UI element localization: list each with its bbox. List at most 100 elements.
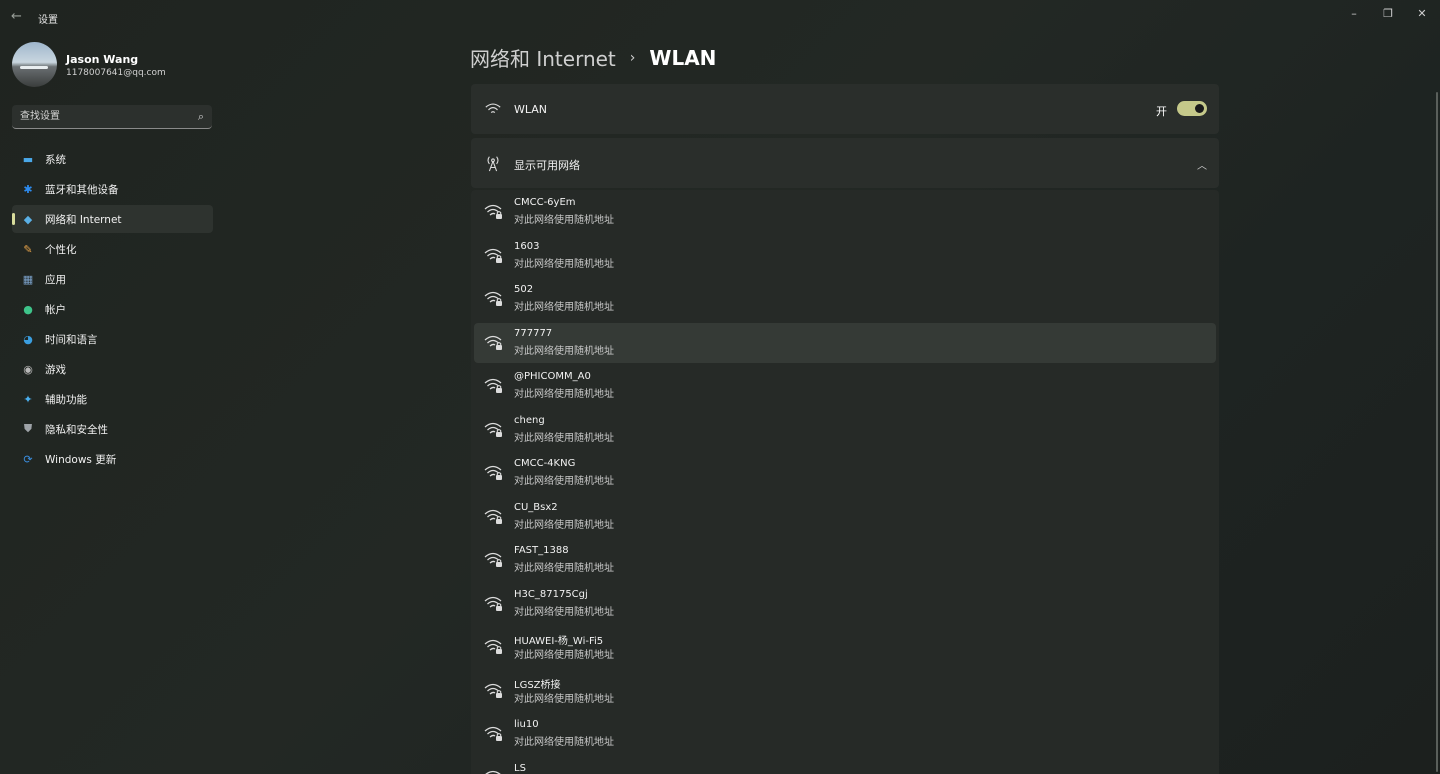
search-box[interactable]: ⌕ xyxy=(12,105,212,129)
available-networks-label: 显示可用网络 xyxy=(514,159,580,172)
restore-button[interactable]: ❐ xyxy=(1371,4,1405,22)
wlan-toggle-switch[interactable] xyxy=(1177,101,1207,116)
sidebar-item-label: 个性化 xyxy=(45,244,77,256)
sidebar-nav: ▬ 系统 ✱ 蓝牙和其他设备 ◆ 网络和 Internet ✎ 个性化 ▦ 应用 ● 帐户 ◕ 时间和语言… xyxy=(12,145,213,475)
network-item[interactable]: H3C_87175Cgj 对此网络使用随机地址 xyxy=(474,584,1216,624)
scrollbar[interactable] xyxy=(1436,92,1438,772)
sidebar-item-6[interactable]: ◕ 时间和语言 xyxy=(12,325,213,353)
breadcrumb-parent[interactable]: 网络和 Internet xyxy=(470,43,616,72)
network-subtitle: 对此网络使用随机地址 xyxy=(514,258,614,270)
network-item[interactable]: LS xyxy=(474,758,1216,774)
wifi-secured-icon xyxy=(484,681,504,701)
network-subtitle: 对此网络使用随机地址 xyxy=(514,389,614,400)
globe-clock-icon: ◕ xyxy=(23,332,33,346)
brush-icon: ✎ xyxy=(23,242,33,256)
search-icon[interactable]: ⌕ xyxy=(198,110,204,124)
wifi-secured-icon xyxy=(484,463,504,483)
network-item[interactable]: 777777 对此网络使用随机地址 xyxy=(474,322,1216,363)
wifi-secured-icon xyxy=(484,768,504,774)
sidebar-item-10[interactable]: ⟳ Windows 更新 xyxy=(12,445,213,473)
network-subtitle: 对此网络使用随机地址 xyxy=(514,302,614,313)
antenna-icon xyxy=(487,156,499,172)
sidebar-item-label: 应用 xyxy=(45,274,66,286)
sidebar-item-label: 时间和语言 xyxy=(45,334,98,346)
sidebar-item-label: 帐户 xyxy=(45,304,66,316)
sidebar-item-0[interactable]: ▬ 系统 xyxy=(12,145,213,173)
wifi-secured-icon xyxy=(484,376,504,396)
sidebar-item-4[interactable]: ▦ 应用 xyxy=(12,265,213,293)
wifi-icon xyxy=(485,103,501,114)
search-input[interactable] xyxy=(20,109,185,124)
close-button[interactable]: ✕ xyxy=(1405,4,1439,22)
network-subtitle: 对此网络使用随机地址 xyxy=(514,519,614,531)
network-list: CMCC-6yEm 对此网络使用随机地址 1603 对此网络使用随机地址 502 对此网络… xyxy=(471,190,1219,774)
network-item[interactable]: CMCC-4KNG 对此网络使用随机地址 xyxy=(474,453,1216,493)
back-arrow-icon[interactable]: ← xyxy=(11,10,25,24)
wifi-secured-icon xyxy=(484,594,504,614)
network-name: HUAWEI-杨_Wi-Fi5 xyxy=(514,636,604,647)
wifi-secured-icon xyxy=(484,724,504,744)
wlan-toggle-card[interactable]: WLAN 开 xyxy=(471,84,1219,134)
network-subtitle: 对此网络使用随机地址 xyxy=(514,563,614,574)
wifi-secured-icon xyxy=(484,202,504,222)
network-item[interactable]: LGSZ桥接对此网络使用随机地址 xyxy=(474,671,1216,711)
user-email: 1178007641@qq.com xyxy=(66,68,166,78)
sidebar-item-1[interactable]: ✱ 蓝牙和其他设备 xyxy=(12,175,213,203)
network-subtitle: 对此网络使用随机地址 xyxy=(514,606,614,618)
title-bar: ← 设置 – ❐ ✕ xyxy=(0,0,1440,34)
network-name: CU_Bsx2 xyxy=(514,501,558,513)
sidebar-item-8[interactable]: ✦ 辅助功能 xyxy=(12,385,213,413)
accessibility-icon: ✦ xyxy=(23,392,33,406)
network-item[interactable]: CU_Bsx2 对此网络使用随机地址 xyxy=(474,497,1216,537)
network-subtitle: 对此网络使用随机地址 xyxy=(514,693,614,705)
wifi-secured-icon xyxy=(484,333,504,353)
network-name: liu10 xyxy=(514,719,539,730)
wifi-secured-icon xyxy=(484,507,504,527)
minimize-button[interactable]: – xyxy=(1337,4,1371,22)
network-subtitle: 对此网络使用随机地址 xyxy=(514,432,614,444)
network-name: LS xyxy=(514,762,526,774)
sidebar-item-3[interactable]: ✎ 个性化 xyxy=(12,235,213,263)
network-name: H3C_87175Cgj xyxy=(514,588,588,600)
sidebar-item-2[interactable]: ◆ 网络和 Internet xyxy=(12,205,213,233)
network-name: CMCC-6yEm xyxy=(514,197,576,208)
network-subtitle: 对此网络使用随机地址 xyxy=(514,476,614,487)
apps-icon: ▦ xyxy=(22,272,34,286)
network-name: FAST_1388 xyxy=(514,545,569,556)
user-name: Jason Wang xyxy=(66,53,139,66)
network-item[interactable]: FAST_1388 对此网络使用随机地址 xyxy=(474,540,1216,580)
network-name: 502 xyxy=(514,284,534,295)
network-item[interactable]: cheng 对此网络使用随机地址 xyxy=(474,410,1216,450)
sidebar-item-label: 系统 xyxy=(45,154,66,166)
sidebar-item-7[interactable]: ◉ 游戏 xyxy=(12,355,213,383)
network-item[interactable]: HUAWEI-杨_Wi-Fi5 对此网络使用随机地址 xyxy=(474,627,1216,667)
network-subtitle: 对此网络使用随机地址 xyxy=(514,345,614,357)
sidebar-item-5[interactable]: ● 帐户 xyxy=(12,295,213,323)
wlan-label: WLAN xyxy=(514,103,548,116)
avatar[interactable] xyxy=(12,42,57,87)
network-item[interactable]: @PHICOMM_A0 对此网络使用随机地址 xyxy=(474,366,1216,406)
network-item[interactable]: liu10 对此网络使用随机地址 xyxy=(474,714,1216,754)
network-subtitle: 对此网络使用随机地址 xyxy=(514,215,614,226)
network-name: LGSZ桥接 xyxy=(514,679,561,691)
sidebar-item-label: 游戏 xyxy=(45,364,66,376)
sidebar-item-label: 蓝牙和其他设备 xyxy=(45,184,119,196)
sidebar-item-label: 网络和 Internet xyxy=(45,214,122,226)
wlan-state-label: 开 xyxy=(1156,105,1167,118)
bluetooth-icon: ✱ xyxy=(23,182,33,196)
wifi-secured-icon xyxy=(484,420,504,440)
account-icon: ● xyxy=(23,302,33,316)
network-item[interactable]: CMCC-6yEm 对此网络使用随机地址 xyxy=(474,192,1216,232)
page-title: WLAN xyxy=(649,45,717,70)
network-name: CMCC-4KNG xyxy=(514,458,576,469)
network-item[interactable]: 1603 对此网络使用随机地址 xyxy=(474,236,1216,276)
available-networks-header[interactable]: 显示可用网络 ︿ xyxy=(471,138,1219,188)
wifi-secured-icon xyxy=(484,637,504,657)
network-item[interactable]: 502 对此网络使用随机地址 xyxy=(474,279,1216,319)
wifi-secured-icon xyxy=(484,289,504,309)
update-icon: ⟳ xyxy=(23,452,33,466)
sidebar-item-9[interactable]: ⛊ 隐私和安全性 xyxy=(12,415,213,443)
network-name: 777777 xyxy=(514,327,553,339)
network-subtitle: 对此网络使用随机地址 xyxy=(514,650,614,661)
chevron-up-icon[interactable]: ︿ xyxy=(1197,157,1207,172)
